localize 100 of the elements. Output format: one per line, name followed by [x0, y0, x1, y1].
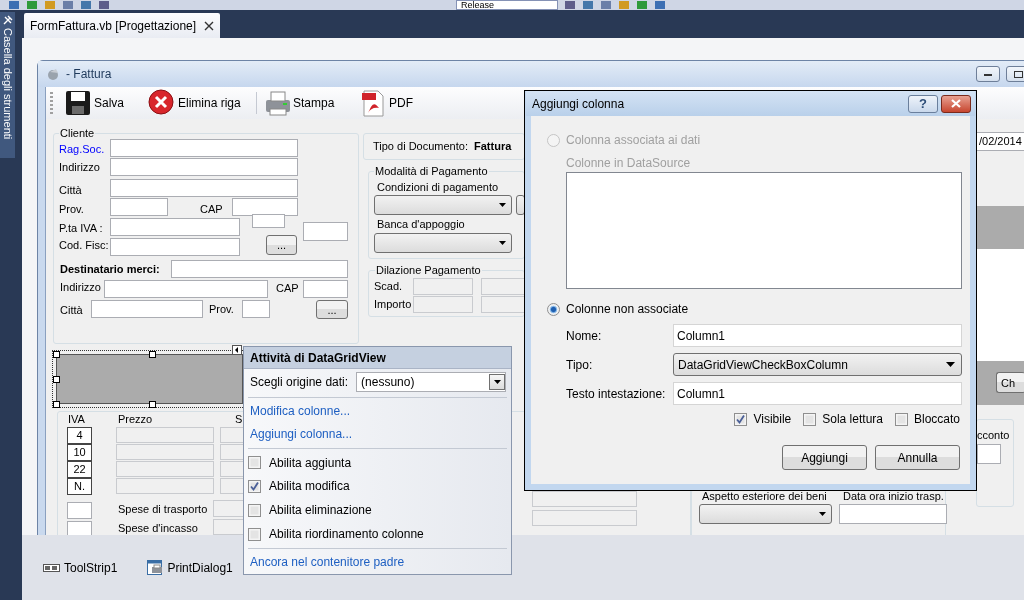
toolbar-button[interactable]: Elimina riga — [145, 89, 253, 117]
input-field[interactable] — [242, 300, 270, 318]
component-label[interactable]: PrintDialog1 — [167, 560, 233, 575]
input-field[interactable] — [232, 198, 298, 216]
maximize-button[interactable] — [1006, 66, 1024, 82]
toolbar-icon[interactable] — [600, 1, 612, 9]
checkbox-label[interactable]: Abilita aggiunta — [269, 455, 352, 470]
radio-label[interactable]: Colonne non associate — [566, 302, 689, 316]
close-button[interactable] — [941, 94, 971, 113]
input-field[interactable] — [413, 296, 473, 313]
label: Destinatario merci: — [60, 262, 160, 276]
column-list[interactable] — [566, 172, 962, 289]
toolbar-icon[interactable] — [8, 1, 20, 9]
input-field[interactable] — [116, 478, 214, 494]
input-field[interactable] — [220, 461, 244, 477]
input-field[interactable] — [252, 214, 285, 228]
input-field[interactable] — [220, 427, 244, 443]
input-field[interactable] — [839, 504, 947, 524]
type-dropdown[interactable]: DataGridViewCheckBoxColumn — [673, 353, 962, 376]
resize-handle[interactable] — [53, 351, 60, 358]
panel-title: Attività di DataGridView — [244, 347, 511, 369]
input-field[interactable] — [110, 139, 298, 157]
input-field[interactable] — [220, 478, 244, 494]
checkbox-label[interactable]: Abilita riordinamento colonne — [269, 527, 424, 542]
toolbar-icon[interactable] — [582, 1, 594, 9]
checkbox[interactable] — [248, 456, 261, 469]
input-field[interactable] — [413, 278, 473, 295]
checkbox[interactable] — [803, 412, 817, 426]
pdf-file-icon — [359, 89, 387, 117]
toolbar-icon[interactable] — [654, 1, 666, 9]
checkbox-label[interactable]: Sola lettura — [822, 412, 883, 426]
checkbox-label[interactable]: Abilita eliminazione — [269, 503, 372, 518]
input-field[interactable] — [116, 444, 214, 460]
input-field[interactable] — [91, 300, 203, 318]
input-field[interactable] — [213, 519, 244, 535]
input-field[interactable] — [104, 280, 268, 298]
browse-button[interactable]: ... — [316, 300, 348, 319]
toolbar-icon[interactable] — [26, 1, 38, 9]
checkbox[interactable] — [248, 527, 261, 541]
link[interactable]: Aggiungi colonna... — [244, 422, 353, 446]
component-label[interactable]: ToolStrip1 — [64, 560, 118, 575]
toolstrip-icon[interactable] — [43, 561, 60, 574]
input-field[interactable] — [213, 500, 244, 517]
close-button[interactable]: Ch — [996, 372, 1024, 393]
link[interactable]: Ancora nel contenitore padre — [244, 551, 405, 574]
input-field[interactable] — [67, 502, 92, 519]
label: Scegli origine dati: — [250, 374, 349, 389]
input-field[interactable] — [67, 521, 92, 535]
input-field[interactable] — [110, 218, 240, 236]
checkbox-label[interactable]: Visibile — [753, 412, 792, 426]
checkbox[interactable] — [248, 479, 261, 493]
input-field[interactable] — [977, 444, 1001, 464]
toolbox-tab[interactable]: Casella degli strumenti — [0, 12, 15, 158]
radio-button[interactable] — [547, 302, 560, 316]
input-field[interactable]: Column1 — [673, 324, 962, 347]
document-tab[interactable]: FormFattura.vb [Progettazione] — [24, 13, 221, 38]
input-field[interactable]: Column1 — [673, 382, 962, 405]
toolbar-icon[interactable] — [80, 1, 92, 9]
input-field[interactable] — [110, 158, 298, 176]
toolbar-button[interactable]: Salva — [61, 89, 145, 117]
input-field[interactable] — [481, 296, 525, 313]
input-field[interactable] — [110, 238, 240, 256]
resize-handle[interactable] — [149, 351, 156, 358]
close-icon[interactable] — [204, 20, 215, 31]
date-field[interactable]: /02/2014 — [976, 132, 1024, 151]
smart-tag-icon[interactable] — [232, 345, 242, 355]
input-field[interactable] — [303, 222, 348, 241]
input-field[interactable] — [110, 179, 298, 197]
minimize-button[interactable] — [976, 66, 1000, 82]
toolbar-button[interactable]: PDF — [356, 89, 416, 117]
checkbox[interactable] — [248, 503, 261, 517]
configuration-dropdown[interactable]: Release — [456, 0, 558, 10]
dialog-button[interactable]: Annulla — [875, 445, 960, 470]
resize-handle[interactable] — [53, 376, 60, 383]
input-field[interactable] — [532, 510, 637, 526]
dialog-button[interactable]: Aggiungi — [782, 445, 867, 470]
browse-button[interactable]: ... — [266, 235, 297, 255]
checkbox-label[interactable]: Abilita modifica — [269, 479, 350, 494]
toolbar-icon[interactable] — [62, 1, 74, 9]
input-field[interactable] — [481, 278, 525, 295]
toolbar-icon[interactable] — [98, 1, 110, 9]
input-field[interactable] — [532, 491, 637, 507]
checkbox-label[interactable]: Bloccato — [913, 412, 960, 426]
toolbar-icon[interactable] — [564, 1, 576, 9]
input-field[interactable] — [303, 280, 348, 298]
input-field[interactable] — [171, 260, 348, 278]
data-source-dropdown[interactable]: (nessuno) — [356, 371, 507, 392]
checkbox[interactable] — [734, 412, 748, 426]
help-button[interactable]: ? — [908, 94, 938, 113]
toolbar-button[interactable]: Stampa — [260, 89, 356, 117]
input-field[interactable] — [116, 461, 214, 477]
input-field[interactable] — [220, 444, 244, 460]
input-field[interactable] — [116, 427, 214, 443]
input-field[interactable] — [110, 198, 168, 216]
print-dialog-icon[interactable] — [147, 559, 164, 576]
toolbar-icon[interactable] — [636, 1, 648, 9]
resize-handle[interactable] — [53, 401, 60, 408]
resize-handle[interactable] — [149, 401, 156, 408]
checkbox[interactable] — [894, 412, 908, 426]
link[interactable]: Modifica colonne... — [244, 399, 351, 423]
